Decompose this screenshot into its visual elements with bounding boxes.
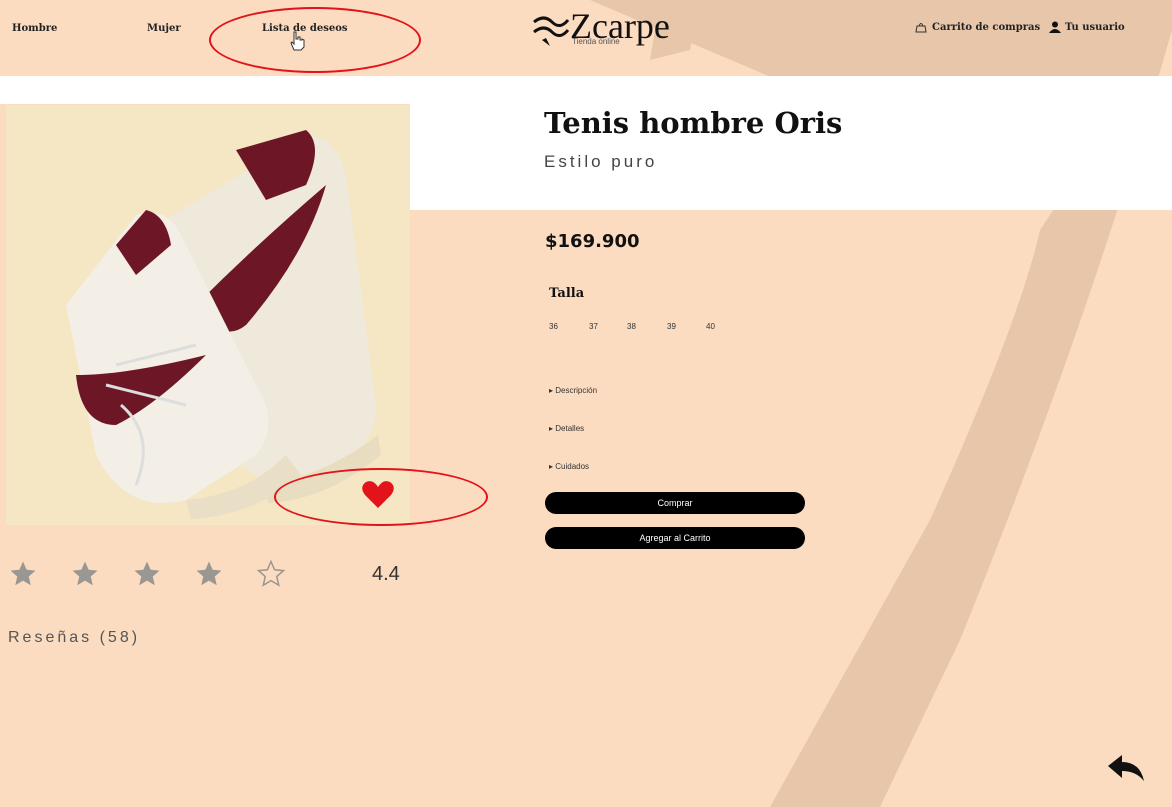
logo-wave-icon: [533, 16, 570, 46]
heart-icon[interactable]: [361, 480, 395, 510]
cart-icon: [915, 23, 927, 33]
product-title: Tenis hombre Oris: [544, 106, 843, 140]
accordion-cuidados[interactable]: ▸ Cuidados: [549, 462, 589, 471]
triangle-right-icon: ▸: [549, 424, 554, 433]
user-label: Tu usuario: [1065, 21, 1125, 33]
nav-hombre[interactable]: Hombre: [12, 23, 57, 34]
product-price: $169.900: [545, 231, 640, 252]
accordion-label: Descripción: [555, 386, 598, 395]
nav-mujer[interactable]: Mujer: [147, 23, 181, 34]
accordion-label: Detalles: [555, 424, 585, 433]
size-option-39[interactable]: 39: [667, 322, 676, 331]
accordion-descripcion[interactable]: ▸ Descripción: [549, 386, 597, 395]
user-icon: [1049, 21, 1061, 33]
header-divider: [0, 76, 1172, 104]
logo-tagline: Tienda online: [572, 37, 620, 46]
accordion-label: Cuidados: [555, 462, 590, 471]
hand-cursor-icon: [290, 31, 305, 51]
user-link[interactable]: Tu usuario: [1049, 21, 1125, 33]
product-subtitle: Estilo puro: [544, 152, 658, 171]
back-arrow-icon[interactable]: [1106, 753, 1146, 783]
star-filled-icon: [72, 561, 98, 586]
size-option-40[interactable]: 40: [706, 322, 715, 331]
star-filled-icon: [134, 561, 160, 586]
rating-value: 4.4: [372, 563, 400, 585]
reviews-link[interactable]: Reseñas (58): [8, 629, 140, 647]
size-label: Talla: [549, 286, 585, 301]
star-filled-icon: [10, 561, 36, 586]
size-option-36[interactable]: 36: [549, 322, 558, 331]
triangle-right-icon: ▸: [549, 386, 554, 395]
brand-logo[interactable]: Zcarpe Tienda online: [526, 6, 686, 56]
buy-button[interactable]: Comprar: [545, 492, 805, 514]
cart-link[interactable]: Carrito de compras: [914, 21, 1040, 33]
add-to-cart-button[interactable]: Agregar al Carrito: [545, 527, 805, 549]
size-option-37[interactable]: 37: [589, 322, 598, 331]
size-option-38[interactable]: 38: [627, 322, 636, 331]
star-empty-icon: [256, 559, 286, 587]
accordion-detalles[interactable]: ▸ Detalles: [549, 424, 584, 433]
star-filled-icon: [196, 561, 222, 586]
triangle-right-icon: ▸: [549, 462, 554, 471]
product-image: [6, 105, 410, 525]
cart-label: Carrito de compras: [932, 21, 1041, 33]
